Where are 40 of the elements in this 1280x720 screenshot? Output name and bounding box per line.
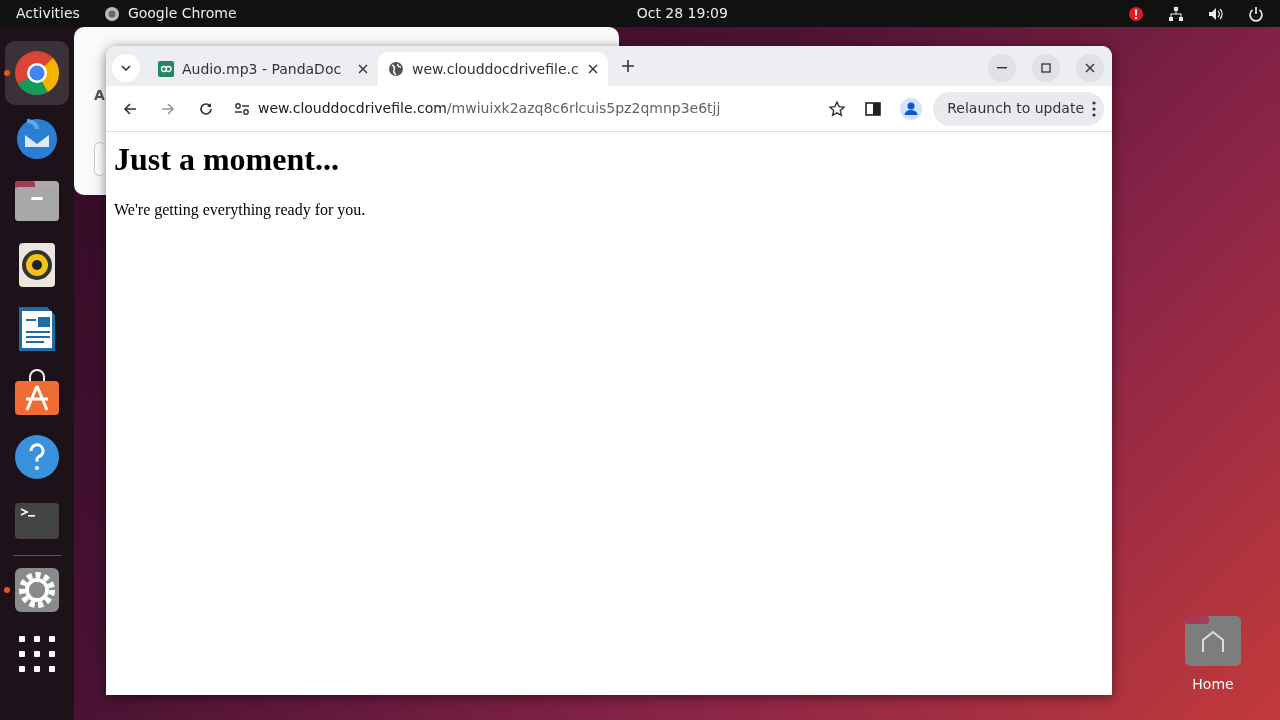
reload-icon xyxy=(199,101,213,116)
maximize-icon xyxy=(1041,63,1051,73)
input-field[interactable] xyxy=(94,142,105,176)
alert-icon xyxy=(1128,5,1144,22)
network-icon xyxy=(1168,5,1184,22)
site-settings-icon xyxy=(234,101,250,116)
app-menu[interactable]: Google Chrome xyxy=(127,3,237,24)
maximize-button[interactable] xyxy=(1032,54,1060,82)
more-icon xyxy=(1092,100,1096,117)
home-folder-icon[interactable] xyxy=(1185,616,1241,666)
close-button[interactable] xyxy=(1076,54,1104,82)
forward-arrow-icon xyxy=(161,101,175,116)
help-icon[interactable] xyxy=(13,433,61,481)
relaunch-button[interactable]: Relaunch to update xyxy=(933,91,1104,126)
power-icon xyxy=(1248,5,1264,22)
chrome-icon[interactable] xyxy=(13,49,61,97)
browser-tab[interactable]: wew.clouddocdrivefile.c xyxy=(378,52,608,86)
shopping-bag-icon[interactable] xyxy=(13,369,61,417)
star-icon[interactable] xyxy=(829,100,846,117)
dialog-label: A xyxy=(94,86,105,105)
minimize-icon xyxy=(997,67,1007,69)
chrome-icon xyxy=(103,5,120,22)
desktop-icon-label: Home xyxy=(1192,675,1234,694)
document-icon xyxy=(158,61,174,77)
tab-search-button[interactable] xyxy=(112,54,140,82)
globe-icon xyxy=(388,61,404,77)
close-icon xyxy=(1085,63,1095,73)
page-text: We're getting everything ready for you. xyxy=(114,200,367,221)
person-icon xyxy=(900,97,923,120)
side-panel-icon xyxy=(865,101,882,116)
close-icon[interactable] xyxy=(358,64,368,74)
activities-button[interactable]: Activities xyxy=(16,3,80,24)
gear-icon[interactable] xyxy=(13,566,61,614)
chevron-down-icon xyxy=(121,65,131,71)
back-arrow-icon xyxy=(123,101,137,116)
browser-tab[interactable]: Audio.mp3 - PandaDoc xyxy=(148,52,378,86)
close-icon[interactable] xyxy=(588,64,598,74)
plus-icon xyxy=(622,60,634,72)
clock[interactable]: Oct 28 19:09 xyxy=(636,3,728,24)
page-heading: Just a moment... xyxy=(114,140,340,179)
